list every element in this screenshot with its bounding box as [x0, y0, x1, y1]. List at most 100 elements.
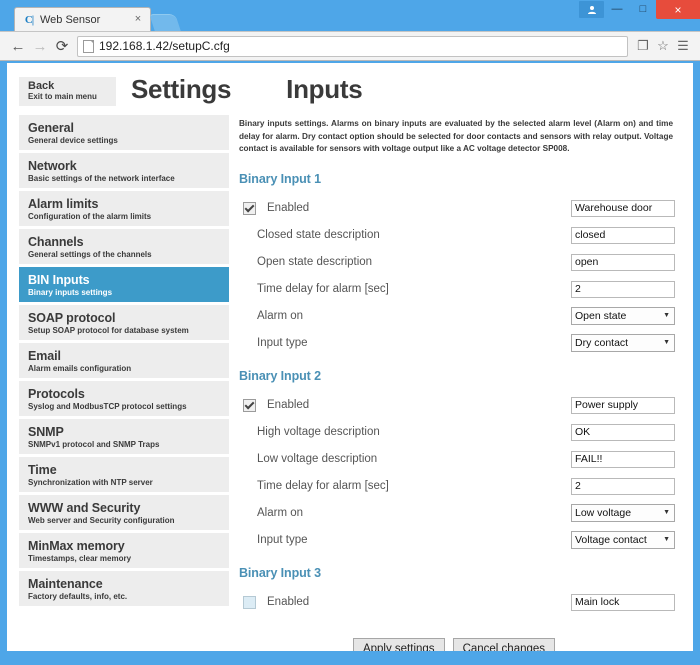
field-label: Closed state description [257, 229, 380, 241]
close-icon[interactable]: × [132, 14, 144, 25]
enabled-checkbox[interactable] [243, 595, 256, 609]
browser-tab-web-sensor[interactable]: C| Web Sensor × [14, 7, 151, 31]
address-bar-url: 192.168.1.42/setupC.cfg [99, 39, 230, 53]
sidebar-item-sublabel: Basic settings of the network interface [28, 174, 175, 183]
sidebar-item-channels[interactable]: Channels General settings of the channels [19, 229, 229, 264]
form-row: Input type Dry contact ▼ [239, 330, 675, 357]
dropdown-input-type[interactable]: Dry contact ▼ [571, 334, 675, 352]
cancel-changes-button[interactable]: Cancel changes [452, 637, 556, 651]
sidebar-item-bin-inputs[interactable]: BIN Inputs Binary inputs settings [19, 267, 229, 302]
window-controls: — □ × [579, 0, 700, 19]
dropdown-selected-value: Voltage contact [575, 534, 647, 546]
section-description: Binary inputs settings. Alarms on binary… [239, 119, 673, 153]
form-row: Open state description open [239, 249, 675, 276]
enabled-label: Enabled [267, 399, 310, 411]
browser-window: C| Web Sensor × — □ × ← → ⟳ 192.168.1.42… [0, 0, 700, 665]
sidebar-item-sublabel: Alarm emails configuration [28, 364, 132, 373]
input-name-field[interactable]: Warehouse door [571, 199, 675, 217]
sidebar-item-time[interactable]: Time Synchronization with NTP server [19, 457, 229, 492]
hamburger-menu-icon[interactable]: ☰ [673, 35, 693, 57]
sidebar-item-sublabel: Web server and Security configuration [28, 516, 175, 525]
field-label: Time delay for alarm [sec] [257, 283, 389, 295]
sidebar-item-sublabel: General device settings [28, 136, 118, 145]
sidebar-item-general[interactable]: General General device settings [19, 115, 229, 150]
group-title: Binary Input 2 [239, 368, 321, 383]
back-arrow-icon[interactable]: ← [7, 35, 29, 57]
back-to-main-menu-button[interactable]: Back Exit to main menu [19, 77, 116, 106]
input-name-field[interactable]: Power supply [571, 396, 675, 414]
back-button-title: Back [28, 80, 55, 92]
input-name-field[interactable]: Main lock [571, 593, 675, 611]
text-input-closed-state-description[interactable]: closed [571, 226, 675, 244]
copy-icon[interactable]: ❐ [633, 35, 653, 57]
sidebar-item-sublabel: Timestamps, clear memory [28, 554, 132, 563]
text-input-time-delay-for-alarm-sec-[interactable]: 2 [571, 477, 675, 495]
binary-input-group: Binary Input 3 Enabled Main lock [239, 566, 675, 616]
sidebar-item-protocols[interactable]: Protocols Syslog and ModbusTCP protocol s… [19, 381, 229, 416]
form-row: Time delay for alarm [sec] 2 [239, 473, 675, 500]
cj-logo-icon: C| [24, 13, 34, 26]
sidebar-menu: General General device settings Network Bas… [7, 106, 229, 651]
page-viewport: Back Exit to main menu Settings Inputs G… [0, 63, 700, 665]
dropdown-input-type[interactable]: Voltage contact ▼ [571, 531, 675, 549]
text-input-time-delay-for-alarm-sec-[interactable]: 2 [571, 280, 675, 298]
text-input-high-voltage-description[interactable]: OK [571, 423, 675, 441]
enabled-row: Enabled Power supply [239, 392, 675, 419]
text-input-open-state-description[interactable]: open [571, 253, 675, 271]
back-button-subtitle: Exit to main menu [28, 92, 97, 101]
maximize-button[interactable]: □ [630, 0, 656, 18]
reload-icon[interactable]: ⟳ [51, 35, 73, 57]
sidebar-item-maintenance[interactable]: Maintenance Factory defaults, info, etc. [19, 571, 229, 606]
enabled-label: Enabled [267, 596, 310, 608]
field-label: Alarm on [257, 310, 304, 322]
sidebar-item-sublabel: Setup SOAP protocol for database system [28, 326, 189, 335]
dropdown-alarm-on[interactable]: Open state ▼ [571, 307, 675, 325]
user-account-icon[interactable] [579, 1, 604, 18]
window-close-button[interactable]: × [656, 0, 700, 19]
chevron-down-icon: ▼ [663, 339, 670, 346]
sidebar-item-www-and-security[interactable]: WWW and Security Web server and Security … [19, 495, 229, 530]
address-bar[interactable]: 192.168.1.42/setupC.cfg [77, 35, 628, 57]
chevron-down-icon: ▼ [663, 312, 670, 319]
dropdown-selected-value: Dry contact [575, 337, 629, 349]
field-label: Open state description [257, 256, 373, 268]
sidebar-item-label: Protocols [28, 387, 85, 401]
enabled-checkbox[interactable] [243, 201, 256, 215]
bookmark-star-icon[interactable]: ☆ [653, 35, 673, 57]
apply-settings-button[interactable]: Apply settings [352, 637, 445, 651]
sidebar-item-sublabel: Configuration of the alarm limits [28, 212, 152, 221]
chevron-down-icon: ▼ [663, 536, 670, 543]
enabled-checkbox[interactable] [243, 398, 256, 412]
tab-title: Web Sensor [40, 13, 101, 26]
text-input-low-voltage-description[interactable]: FAIL!! [571, 450, 675, 468]
enabled-row: Enabled Main lock [239, 589, 675, 616]
field-label: Input type [257, 337, 308, 349]
field-label: Alarm on [257, 507, 304, 519]
sidebar-item-alarm-limits[interactable]: Alarm limits Configuration of the alarm l… [19, 191, 229, 226]
page-title: Settings [131, 74, 232, 104]
field-label: High voltage description [257, 426, 380, 438]
sidebar-item-email[interactable]: Email Alarm emails configuration [19, 343, 229, 378]
sidebar-item-network[interactable]: Network Basic settings of the network int… [19, 153, 229, 188]
minimize-button[interactable]: — [604, 0, 630, 18]
main-content: Binary inputs settings. Alarms on binary… [229, 106, 693, 651]
sidebar-item-label: Maintenance [28, 577, 103, 591]
dropdown-selected-value: Open state [575, 310, 627, 322]
form-row: Low voltage description FAIL!! [239, 446, 675, 473]
page-body: General General device settings Network Bas… [7, 106, 693, 651]
binary-input-group: Binary Input 1 Enabled Warehouse door Close… [239, 172, 675, 357]
sidebar-item-snmp[interactable]: SNMP SNMPv1 protocol and SNMP Traps [19, 419, 229, 454]
web-page: Back Exit to main menu Settings Inputs G… [7, 63, 693, 651]
field-label: Time delay for alarm [sec] [257, 480, 389, 492]
form-row: High voltage description OK [239, 419, 675, 446]
sidebar-item-minmax-memory[interactable]: MinMax memory Timestamps, clear memory [19, 533, 229, 568]
dropdown-alarm-on[interactable]: Low voltage ▼ [571, 504, 675, 522]
enabled-row: Enabled Warehouse door [239, 195, 675, 222]
sidebar-item-soap-protocol[interactable]: SOAP protocol Setup SOAP protocol for dat… [19, 305, 229, 340]
group-title: Binary Input 1 [239, 171, 321, 186]
field-label: Input type [257, 534, 308, 546]
group-title: Binary Input 3 [239, 565, 321, 580]
new-tab-button[interactable] [149, 14, 181, 31]
form-actions: Apply settings Cancel changes [239, 637, 675, 651]
sidebar-item-label: SOAP protocol [28, 311, 116, 325]
